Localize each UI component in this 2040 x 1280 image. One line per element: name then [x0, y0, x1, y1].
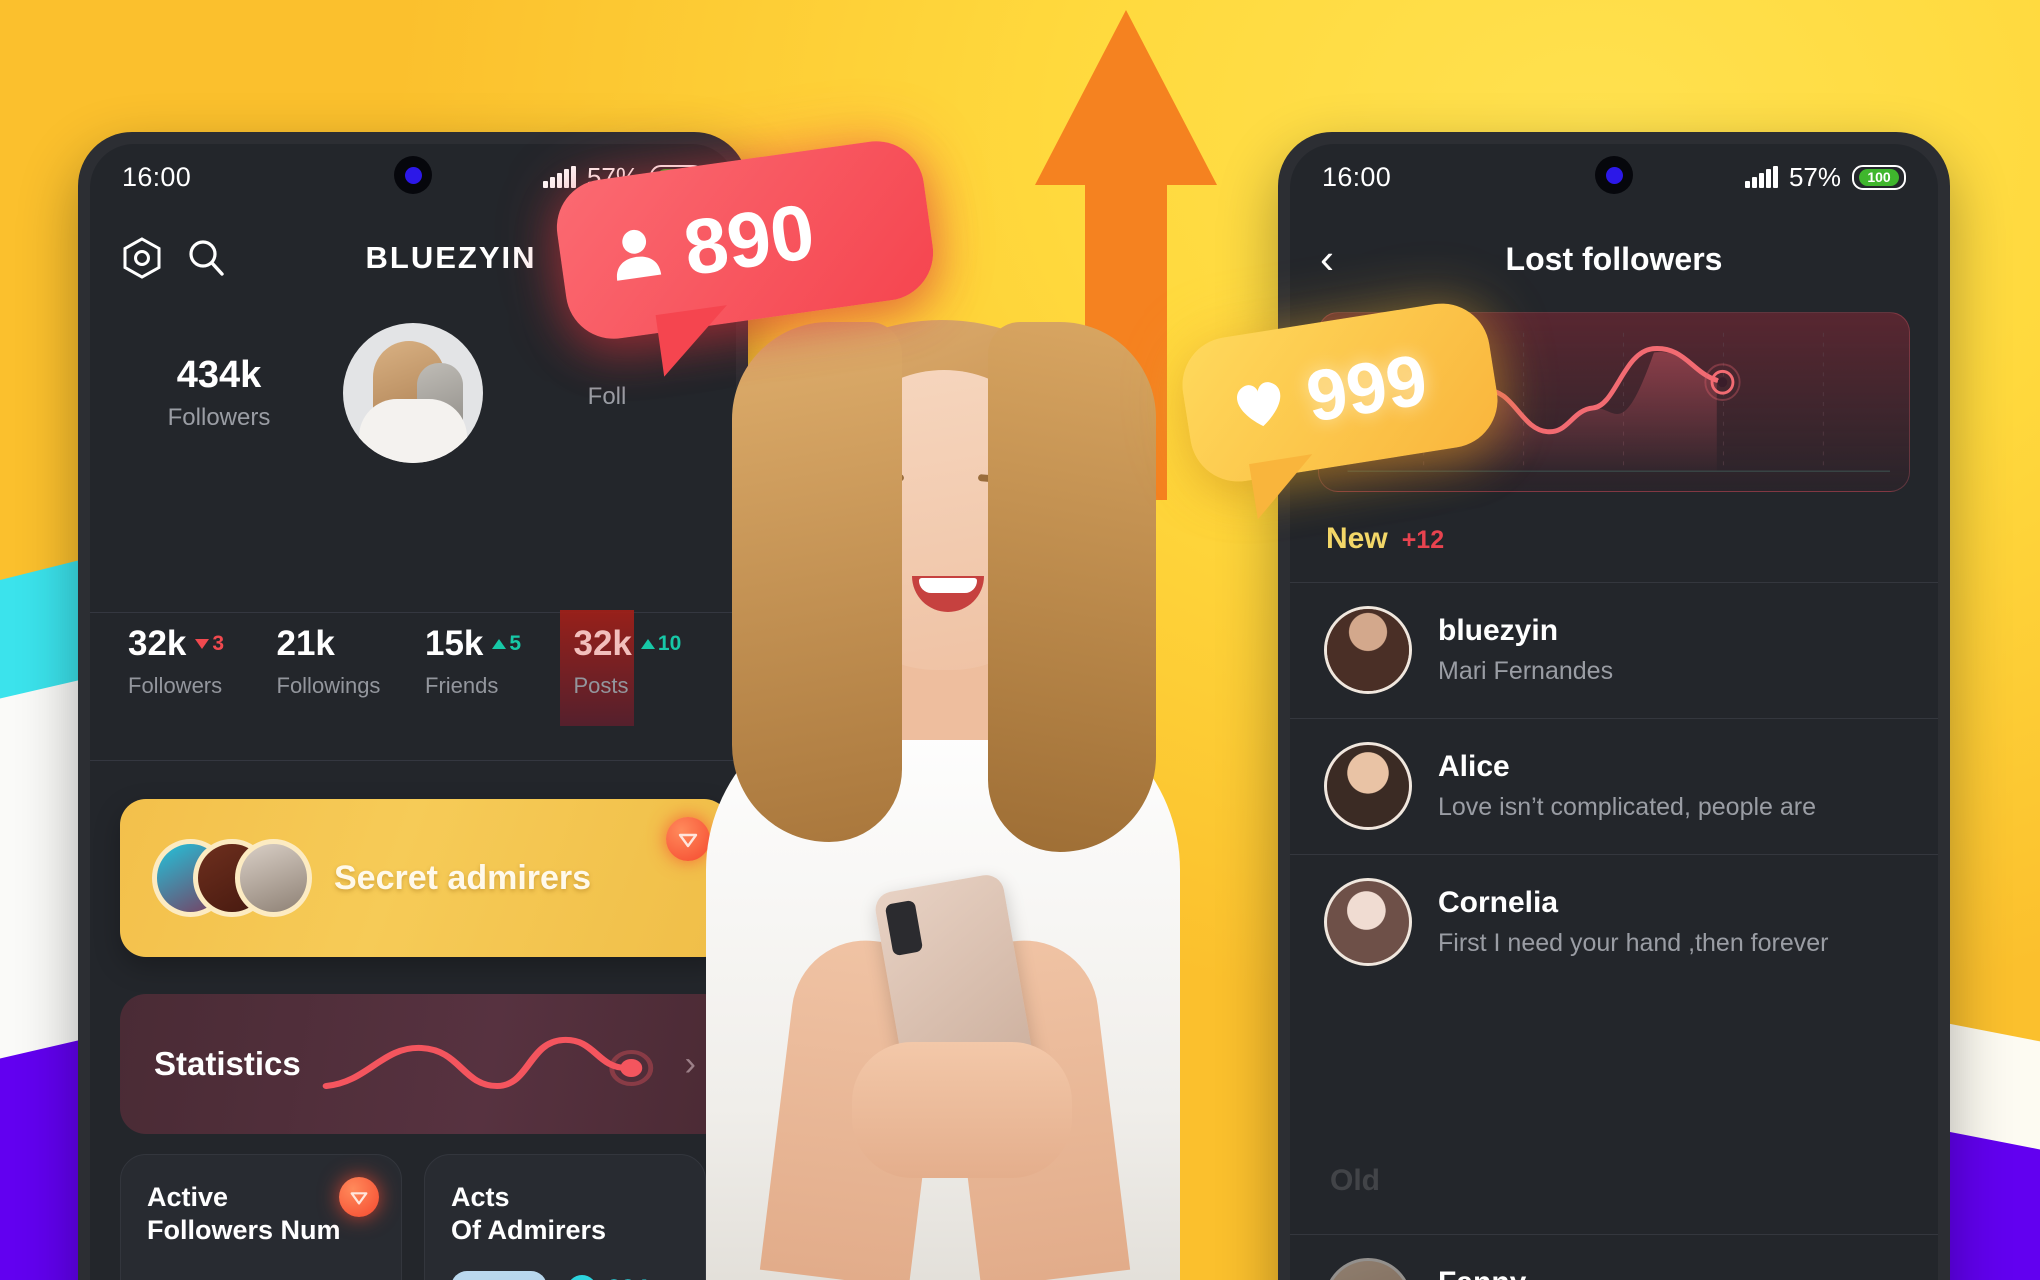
follower-name: Cornelia	[1438, 886, 1559, 919]
person-icon	[601, 218, 672, 293]
avatar[interactable]	[343, 323, 483, 463]
secret-admirers-label: Secret admirers	[334, 858, 592, 897]
follower-name: bluezyin	[1438, 614, 1559, 647]
status-time: 16:00	[1322, 161, 1392, 192]
hero-followers-stat: 434k Followers	[134, 354, 304, 432]
follower-subtitle: Mari Fernandes	[1438, 657, 1614, 685]
triangle-up-icon	[492, 639, 507, 649]
signal-bars-icon	[543, 165, 576, 188]
gem-icon[interactable]	[339, 1177, 379, 1217]
list-item-text: Cornelia First I need your hand ,then fo…	[1438, 886, 1829, 958]
active-followers-card[interactable]: Active Followers Num 2.6 2.8 2.10	[120, 1154, 402, 1280]
list-item-text: bluezyin Mari Fernandes	[1438, 614, 1613, 686]
avatar-body	[359, 399, 467, 463]
stat-followings[interactable]: 21k Followings	[265, 624, 414, 742]
signal-bars-icon	[1745, 165, 1778, 188]
title-line-1: Acts	[451, 1182, 510, 1212]
hands	[852, 1042, 1072, 1178]
battery-percent: 57%	[1788, 161, 1841, 192]
follower-name: Fanny	[1438, 1266, 1699, 1280]
right-app-bar: ‹ Lost followers	[1290, 220, 1938, 298]
likes-badge-count: 999	[1301, 339, 1433, 438]
triangle-down-icon	[195, 639, 210, 649]
stat-label: Followings	[276, 673, 381, 698]
hair-front-right	[988, 322, 1156, 852]
admirer-avatar-stack	[152, 839, 312, 917]
follower-name: Alice	[1438, 750, 1510, 783]
stat-value: 32k	[128, 624, 187, 663]
hair-front-left	[732, 322, 902, 842]
stat-value: 21k	[276, 624, 335, 663]
follower-subtitle: Love isn’t complicated, people are	[1438, 793, 1817, 821]
title-line-2: Followers Num	[147, 1214, 341, 1245]
active-followers-bar-chart	[147, 1273, 375, 1280]
right-status-bar: 16:00 57% 100	[1290, 144, 1938, 210]
hero-followers-label: Followers	[167, 404, 271, 431]
stat-followers[interactable]: 32k 3 Followers	[116, 624, 265, 742]
title-line-1: Active	[147, 1182, 229, 1212]
battery-badge-label: 100	[1859, 168, 1899, 186]
stat-delta-up: 5	[492, 632, 521, 656]
chevron-left-icon[interactable]: ‹	[1320, 235, 1370, 283]
status-time: 16:00	[122, 161, 192, 192]
heart-icon	[1226, 370, 1295, 440]
page-title: Lost followers	[1505, 240, 1723, 277]
comment-icon	[567, 1274, 597, 1280]
follower-subtitle: First I need your hand ,then forever	[1438, 929, 1829, 957]
stat-delta-down: 3	[195, 632, 224, 656]
mini-cards-row: Active Followers Num 2.6 2.8 2.10 Acts O…	[120, 1154, 706, 1280]
followers-badge-count: 890	[678, 186, 820, 293]
battery-icon: 100	[1852, 164, 1906, 190]
list-item-text: Fanny Grow old along with me	[1438, 1266, 1699, 1280]
search-icon[interactable]	[180, 232, 232, 284]
arrow-head	[1035, 10, 1217, 185]
badge-tail	[1249, 454, 1322, 520]
title-line-2: Of Admirers	[451, 1214, 607, 1245]
stat-label: Friends	[425, 673, 499, 698]
admirer-thumbnail[interactable]	[451, 1270, 547, 1280]
stat-value: 15k	[425, 624, 484, 663]
stat-label: Followers	[128, 673, 223, 698]
hero-followers-value: 434k	[176, 354, 262, 396]
statistics-label: Statistics	[154, 1045, 301, 1082]
list-item-text: Alice Love isn’t complicated, people are	[1438, 750, 1816, 822]
stat-friends[interactable]: 15k 5 Friends	[413, 624, 562, 742]
badge-tail	[655, 305, 736, 377]
status-indicators: 57% 100	[1745, 162, 1906, 193]
hexagon-icon[interactable]	[116, 232, 168, 284]
